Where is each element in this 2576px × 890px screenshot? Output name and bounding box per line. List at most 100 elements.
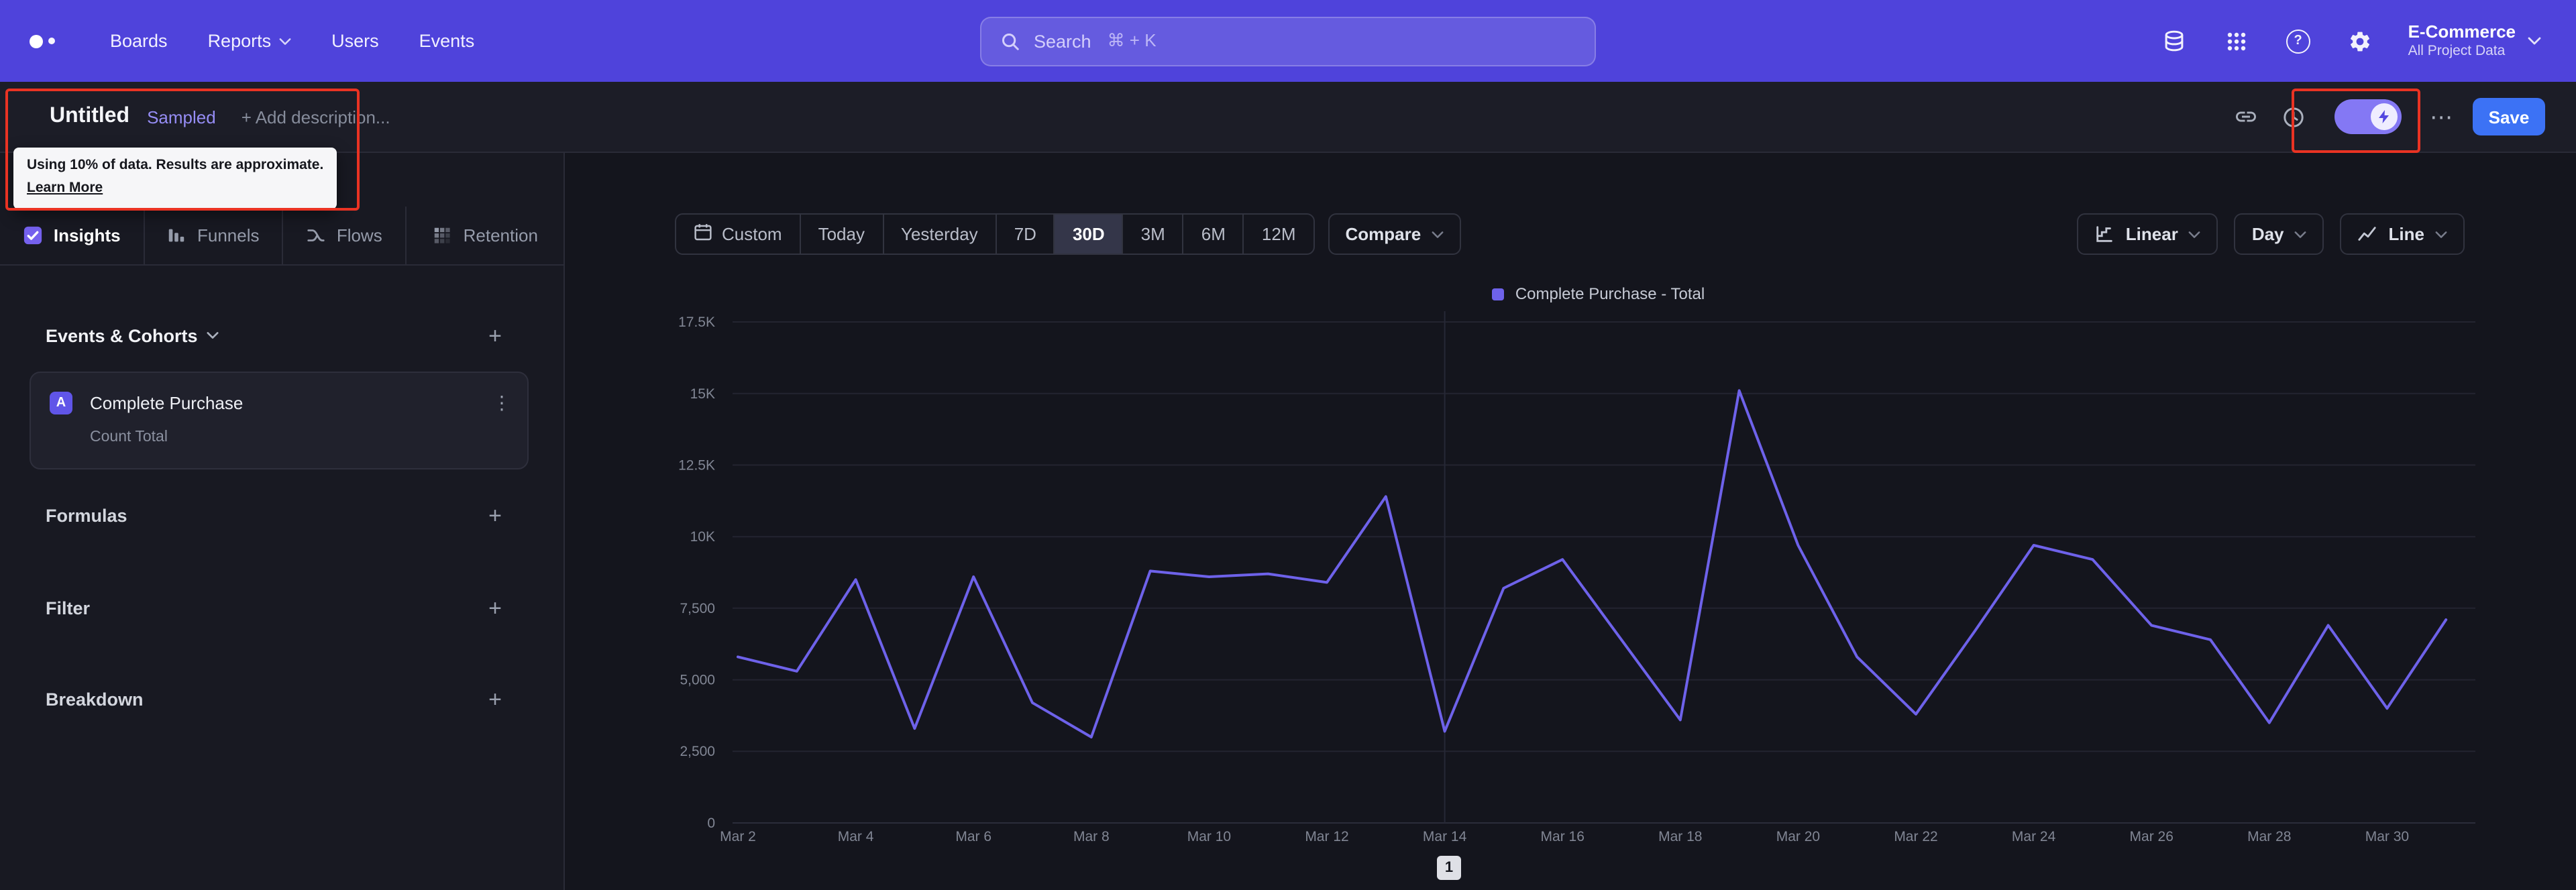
svg-text:Mar 28: Mar 28	[2247, 829, 2291, 844]
retention-icon	[433, 225, 453, 245]
search-placeholder: Search	[1034, 31, 1091, 51]
chevron-down-icon	[2189, 230, 2201, 238]
app-window: Boards Reports Users Events Search ⌘ + K ? …	[0, 0, 2576, 890]
project-scope: All Project Data	[2408, 43, 2506, 60]
granularity-dropdown[interactable]: Day	[2234, 213, 2324, 255]
add-description-field[interactable]: + Add description...	[241, 107, 390, 127]
calendar-icon	[694, 223, 712, 245]
nav-item-users[interactable]: Users	[331, 31, 379, 51]
pagination-page[interactable]: 1	[1437, 856, 1461, 880]
chart-type-dropdown[interactable]: Line	[2340, 213, 2465, 255]
add-formulas-button[interactable]: +	[483, 504, 507, 526]
link-icon[interactable]	[2233, 103, 2259, 130]
kebab-menu-icon[interactable]: ⋮	[492, 391, 511, 414]
section-formulas: Formulas +	[0, 498, 564, 533]
range-7d[interactable]: 7D	[995, 215, 1054, 254]
svg-text:Mar 22: Mar 22	[1894, 829, 1937, 844]
svg-text:Mar 6: Mar 6	[955, 829, 991, 844]
chevron-down-icon	[207, 332, 219, 339]
nav-menu: Boards Reports Users Events	[110, 31, 474, 51]
svg-text:Mar 2: Mar 2	[720, 829, 756, 844]
svg-text:Mar 16: Mar 16	[1541, 829, 1585, 844]
nav-right-cluster: ? E-Commerce All Project Data	[2161, 21, 2576, 61]
svg-text:0: 0	[707, 816, 715, 831]
svg-text:10K: 10K	[690, 529, 715, 545]
svg-text:Mar 24: Mar 24	[2012, 829, 2056, 844]
scale-dropdown[interactable]: Linear	[2077, 213, 2218, 255]
compare-button[interactable]: Compare	[1328, 213, 1462, 255]
nav-item-boards[interactable]: Boards	[110, 31, 168, 51]
project-switcher[interactable]: E-Commerce All Project Data	[2408, 21, 2541, 61]
range-today[interactable]: Today	[799, 215, 882, 254]
report-tabs: Insights Funnels Flows Retention	[0, 207, 564, 266]
chevron-down-icon	[1432, 230, 1444, 238]
svg-text:5,000: 5,000	[680, 673, 715, 688]
svg-text:15K: 15K	[690, 386, 715, 402]
bolt-icon	[2371, 103, 2398, 130]
svg-text:7,500: 7,500	[680, 601, 715, 616]
help-glyph: ?	[2286, 29, 2310, 53]
svg-text:Mar 26: Mar 26	[2130, 829, 2174, 844]
svg-text:Mar 12: Mar 12	[1305, 829, 1348, 844]
range-3m[interactable]: 3M	[1122, 215, 1183, 254]
events-cohorts-header: Events & Cohorts +	[0, 318, 564, 353]
event-aggregation[interactable]: Count Total	[90, 429, 168, 445]
learn-more-link[interactable]: Learn More	[27, 178, 103, 200]
tab-retention[interactable]: Retention	[407, 207, 564, 264]
project-name: E-Commerce	[2408, 21, 2516, 42]
save-button[interactable]: Save	[2473, 98, 2545, 135]
report-title[interactable]: Untitled	[50, 105, 129, 129]
query-builder-sidebar: Insights Funnels Flows Retention Events & C…	[0, 153, 565, 890]
chevron-down-icon	[2528, 36, 2541, 46]
range-30d[interactable]: 30D	[1053, 215, 1122, 254]
chevron-down-icon	[2295, 230, 2307, 238]
flash-compute-toggle[interactable]	[2334, 99, 2402, 134]
event-card[interactable]: A Complete Purchase ⋮ Count Total	[30, 372, 529, 469]
date-range-group: Custom Today Yesterday 7D 30D 3M 6M 12M	[675, 213, 1315, 255]
more-options-button[interactable]: ⋯	[2430, 105, 2453, 128]
clock-icon[interactable]	[2279, 103, 2306, 130]
chevron-down-icon	[2435, 230, 2447, 238]
sampled-badge[interactable]: Sampled	[147, 107, 216, 127]
line-chart[interactable]: 0 2,500 5,000 7,500 10K 12.5K 15K 17.5K Mar 2 Mar…	[565, 153, 2576, 890]
event-letter-badge: A	[50, 391, 72, 414]
gear-icon[interactable]	[2347, 27, 2373, 54]
range-6m[interactable]: 6M	[1182, 215, 1243, 254]
svg-text:2,500: 2,500	[680, 744, 715, 759]
svg-text:Mar 14: Mar 14	[1423, 829, 1467, 844]
help-icon[interactable]: ?	[2285, 27, 2312, 54]
nav-item-events[interactable]: Events	[419, 31, 475, 51]
flows-icon	[306, 225, 326, 245]
search-input[interactable]: Search ⌘ + K	[980, 16, 1596, 66]
logo-dot-icon	[48, 38, 55, 44]
data-icon[interactable]	[2161, 27, 2188, 54]
legend-swatch	[1492, 288, 1505, 300]
tooltip-text: Using 10% of data. Results are approxima…	[27, 157, 324, 173]
range-12m[interactable]: 12M	[1242, 215, 1313, 254]
svg-text:Mar 8: Mar 8	[1073, 829, 1110, 844]
search-shortcut: ⌘ + K	[1107, 30, 1157, 50]
tab-flows[interactable]: Flows	[282, 207, 407, 264]
insights-icon	[23, 225, 43, 245]
top-nav: Boards Reports Users Events Search ⌘ + K ? …	[0, 0, 2576, 82]
section-breakdown: Breakdown +	[0, 681, 564, 716]
range-custom[interactable]: Custom	[676, 215, 800, 254]
legend-label: Complete Purchase - Total	[1515, 284, 1705, 303]
nav-item-reports[interactable]: Reports	[208, 31, 292, 51]
sampling-tooltip: Using 10% of data. Results are approxima…	[13, 148, 337, 209]
tab-funnels[interactable]: Funnels	[145, 207, 282, 264]
mixpanel-logo[interactable]	[30, 34, 75, 48]
add-event-button[interactable]: +	[483, 324, 507, 347]
svg-text:Mar 10: Mar 10	[1187, 829, 1231, 844]
linear-scale-icon	[2095, 224, 2115, 244]
apps-grid-icon[interactable]	[2223, 27, 2250, 54]
svg-text:Mar 20: Mar 20	[1776, 829, 1820, 844]
range-yesterday[interactable]: Yesterday	[882, 215, 996, 254]
tab-insights[interactable]: Insights	[0, 207, 145, 264]
events-cohorts-label[interactable]: Events & Cohorts	[46, 325, 219, 345]
add-breakdown-button[interactable]: +	[483, 687, 507, 710]
add-filter-button[interactable]: +	[483, 596, 507, 619]
report-header: Untitled Sampled + Add description... ⋯ …	[0, 82, 2576, 153]
chart-legend[interactable]: Complete Purchase - Total	[733, 284, 2465, 303]
funnels-icon	[166, 225, 186, 245]
